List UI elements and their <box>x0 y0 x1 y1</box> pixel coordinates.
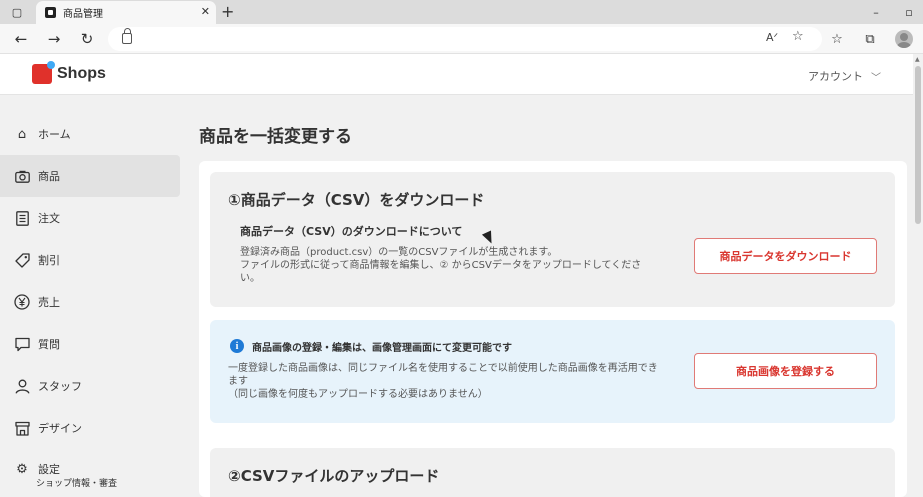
sidebar-nav: ⌂ ホーム 商品 注文 割引 売上 質問 スタッフ デザイン ⚙ 設定 ショップ… <box>0 95 185 497</box>
back-arrow-icon[interactable]: ← <box>10 28 32 50</box>
image-info-description: 一度登録した商品画像は、同じファイル名を使用することで以前使用した商品画像を再活… <box>228 362 684 401</box>
register-product-images-button[interactable]: 商品画像を登録する <box>694 353 877 389</box>
favorites-icon[interactable]: ☆ <box>828 30 846 48</box>
minimize-icon[interactable]: – <box>867 3 885 21</box>
settings-sub-label: ショップ情報・審査 <box>36 479 118 489</box>
scroll-up-icon[interactable]: ▲ <box>915 56 920 63</box>
sidebar-item-home[interactable]: ⌂ ホーム <box>0 113 180 155</box>
sidebar-item-products[interactable]: 商品 <box>0 155 180 197</box>
page-title: 商品を一括変更する <box>199 127 352 147</box>
app-header: Shops アカウント ﹀ <box>0 54 913 95</box>
sidebar-item-label: 商品 <box>38 170 60 183</box>
shops-favicon-icon <box>45 7 56 18</box>
collections-icon[interactable]: ⧉ <box>861 30 879 48</box>
description-line: ます <box>228 376 248 387</box>
lock-icon <box>122 28 132 44</box>
sidebar-item-questions[interactable]: 質問 <box>0 323 180 365</box>
logo-text: Shops <box>57 65 106 82</box>
info-icon: i <box>230 339 244 353</box>
sidebar-item-label: 割引 <box>38 254 60 267</box>
sidebar-item-orders[interactable]: 注文 <box>0 197 180 239</box>
upload-heading: ②CSVファイルのアップロード <box>228 467 440 485</box>
favorite-star-icon[interactable]: ☆ <box>792 29 804 44</box>
image-info-heading: 商品画像の登録・編集は、画像管理画面にて変更可能です <box>252 343 512 354</box>
person-icon <box>14 378 30 394</box>
home-icon: ⌂ <box>17 126 27 142</box>
browser-toolbar: ← → ↻ Aᐟ ☆ ☆ ⧉ <box>0 24 923 54</box>
sidebar-item-discounts[interactable]: 割引 <box>0 239 180 281</box>
browser-tab[interactable]: 商品管理 ✕ <box>36 1 216 24</box>
description-line: （同じ画像を何度もアップロードする必要はありません） <box>228 389 488 400</box>
profile-avatar-icon[interactable] <box>895 30 913 48</box>
scrollbar-thumb[interactable] <box>915 66 921 224</box>
forward-arrow-icon[interactable]: → <box>43 28 65 50</box>
description-line: い。 <box>240 273 260 284</box>
maximize-icon[interactable]: ▫ <box>900 3 918 21</box>
sidebar-item-label: スタッフ <box>38 380 82 393</box>
page-scrollbar[interactable]: ▲ <box>913 54 923 497</box>
gear-icon: ⚙ <box>16 461 28 477</box>
sidebar-item-staff[interactable]: スタッフ <box>0 365 180 407</box>
store-icon <box>14 420 30 436</box>
sidebar-item-label: ホーム <box>38 128 71 141</box>
description-line: ファイルの形式に従って商品情報を編集し、② からCSVデータをアップロードしてく… <box>240 260 642 271</box>
download-product-data-button[interactable]: 商品データをダウンロード <box>694 238 877 274</box>
chat-icon <box>14 336 30 352</box>
list-icon <box>14 210 30 226</box>
shops-logo[interactable]: Shops <box>32 61 106 84</box>
account-label: アカウント <box>808 70 863 83</box>
address-bar[interactable]: Aᐟ ☆ <box>108 27 822 51</box>
sidebar-item-label: 売上 <box>38 296 60 309</box>
description-line: 一度登録した商品画像は、同じファイル名を使用することで以前使用した商品画像を再活… <box>228 363 658 374</box>
close-tab-icon[interactable]: ✕ <box>201 5 210 18</box>
sidebar-item-settings[interactable]: ⚙ 設定 ショップ情報・審査 <box>0 449 180 491</box>
shops-logo-icon <box>32 61 55 84</box>
chevron-down-icon: ﹀ <box>871 72 881 84</box>
account-menu[interactable]: アカウント ﹀ <box>808 68 881 84</box>
sidebar-item-label: デザイン <box>38 422 82 435</box>
reload-icon[interactable]: ↻ <box>76 28 98 50</box>
description-line: 登録済み商品（product.csv）の一覧のCSVファイルが生成されます。 <box>240 247 558 258</box>
tab-title: 商品管理 <box>63 9 103 20</box>
yen-icon <box>14 294 30 310</box>
sidebar-item-label: 注文 <box>38 212 60 225</box>
download-description: 登録済み商品（product.csv）の一覧のCSVファイルが生成されます。 フ… <box>240 246 690 285</box>
read-aloud-icon[interactable]: Aᐟ <box>766 31 778 44</box>
tab-actions-icon[interactable]: ▢ <box>8 3 26 21</box>
new-tab-button[interactable]: + <box>221 2 234 21</box>
sidebar-item-design[interactable]: デザイン <box>0 407 180 449</box>
camera-icon <box>14 168 30 184</box>
tag-icon <box>14 252 30 268</box>
sidebar-item-sales[interactable]: 売上 <box>0 281 180 323</box>
sidebar-item-label: 設定 <box>38 463 60 476</box>
browser-tab-bar: ▢ 商品管理 ✕ + – ▫ <box>0 0 923 24</box>
download-heading: ①商品データ（CSV）をダウンロード <box>228 191 485 209</box>
download-subheading: 商品データ（CSV）のダウンロードについて <box>240 225 463 238</box>
sidebar-item-label: 質問 <box>38 338 60 351</box>
